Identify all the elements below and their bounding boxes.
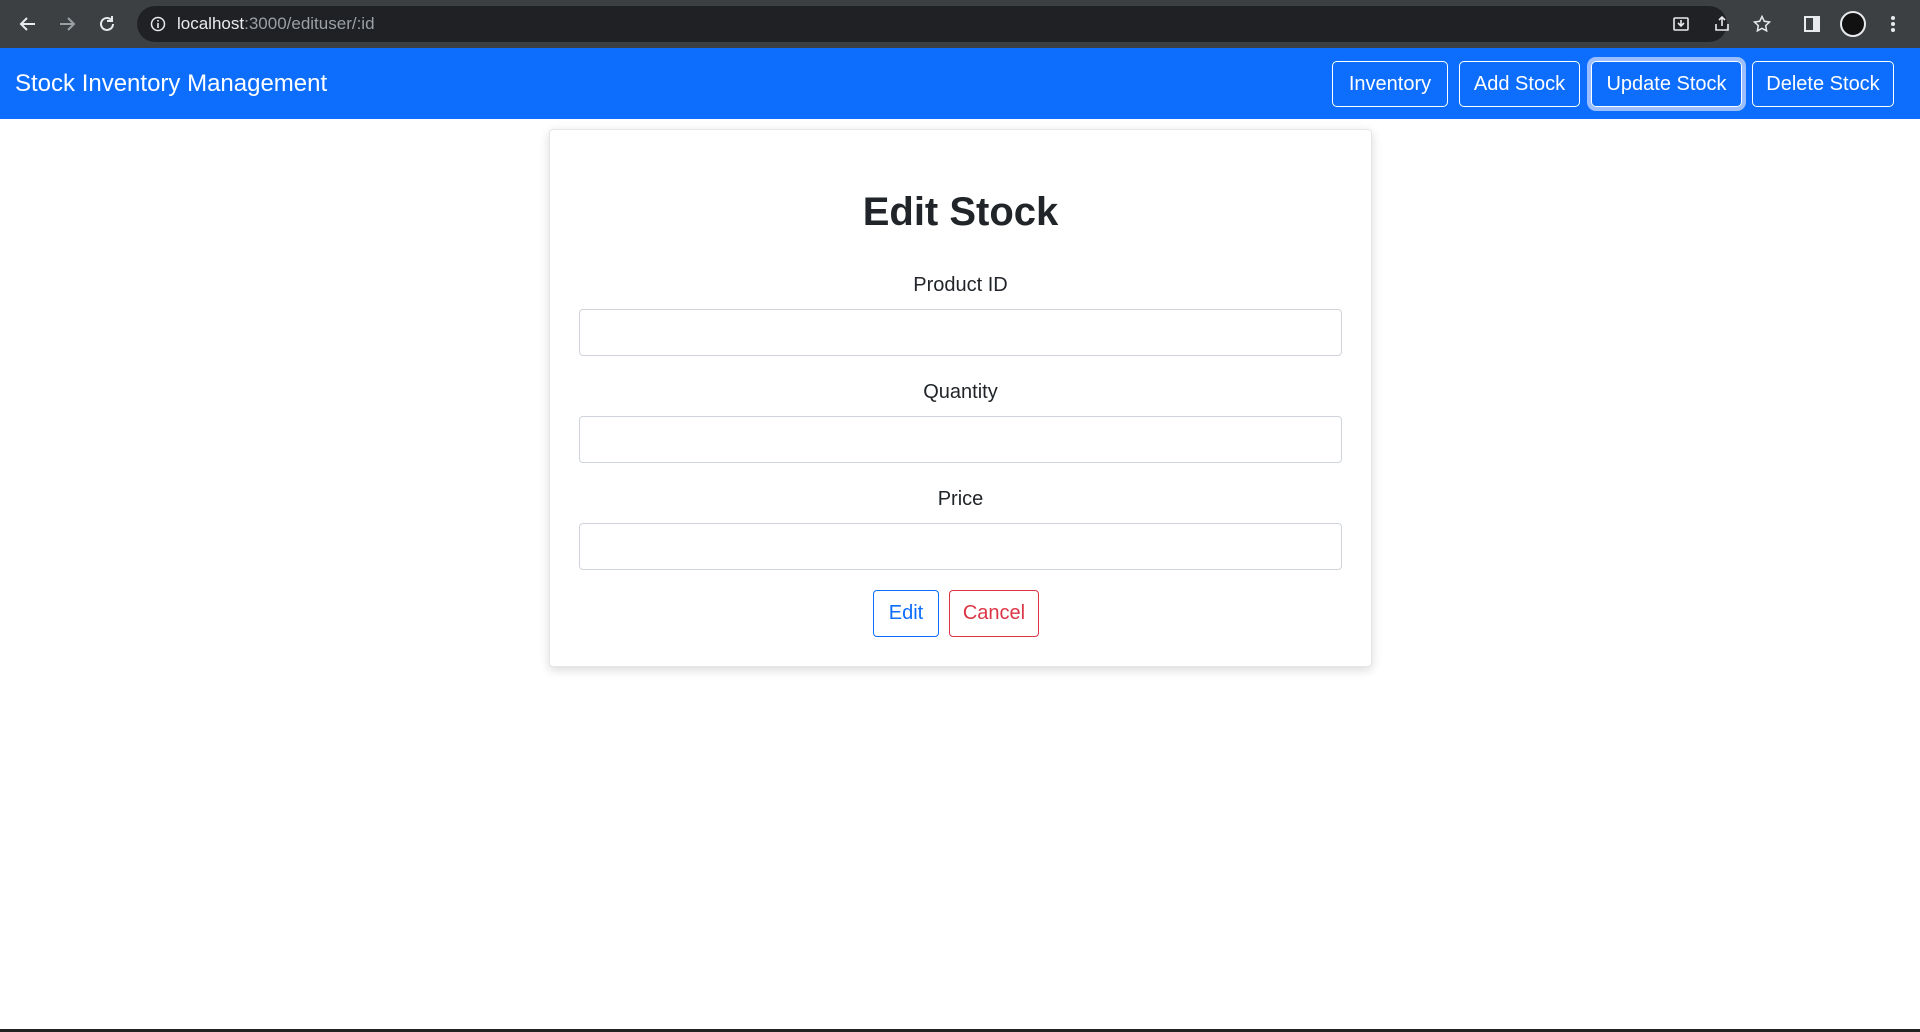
quantity-input[interactable] bbox=[579, 416, 1342, 463]
nav-delete-stock-button[interactable]: Delete Stock bbox=[1752, 61, 1894, 107]
edit-stock-card: Edit Stock Product ID Quantity Price Edi… bbox=[549, 129, 1372, 667]
profile-avatar[interactable] bbox=[1839, 10, 1867, 38]
star-icon[interactable] bbox=[1748, 10, 1776, 38]
edit-button[interactable]: Edit bbox=[873, 590, 939, 637]
nav-inventory-button[interactable]: Inventory bbox=[1332, 61, 1448, 107]
brand-title[interactable]: Stock Inventory Management bbox=[15, 48, 327, 119]
page-title: Edit Stock bbox=[862, 190, 1059, 234]
price-input[interactable] bbox=[579, 523, 1342, 570]
side-panel-icon[interactable] bbox=[1798, 10, 1826, 38]
url-text: localhost:3000/edituser/:id bbox=[177, 6, 375, 42]
browser-toolbar: localhost:3000/edituser/:id bbox=[0, 0, 1920, 48]
back-arrow-icon[interactable] bbox=[14, 10, 42, 38]
forward-arrow-icon[interactable] bbox=[53, 10, 81, 38]
nav-update-stock-button[interactable]: Update Stock bbox=[1591, 61, 1742, 107]
app-navbar: Stock Inventory Management Inventory Add… bbox=[0, 48, 1920, 119]
product-id-input[interactable] bbox=[579, 309, 1342, 356]
more-vert-icon[interactable] bbox=[1879, 10, 1907, 38]
reload-icon[interactable] bbox=[93, 10, 121, 38]
url-path: :3000/edituser/:id bbox=[244, 14, 375, 33]
url-host: localhost bbox=[177, 14, 245, 33]
address-bar[interactable]: localhost:3000/edituser/:id bbox=[137, 6, 1727, 42]
share-icon[interactable] bbox=[1708, 10, 1736, 38]
quantity-label: Quantity bbox=[923, 381, 998, 403]
info-icon[interactable] bbox=[149, 15, 167, 33]
install-icon[interactable] bbox=[1667, 10, 1695, 38]
price-label: Price bbox=[937, 488, 984, 510]
nav-add-stock-button[interactable]: Add Stock bbox=[1459, 61, 1580, 107]
product-id-label: Product ID bbox=[913, 274, 1008, 296]
cancel-button[interactable]: Cancel bbox=[949, 590, 1039, 637]
